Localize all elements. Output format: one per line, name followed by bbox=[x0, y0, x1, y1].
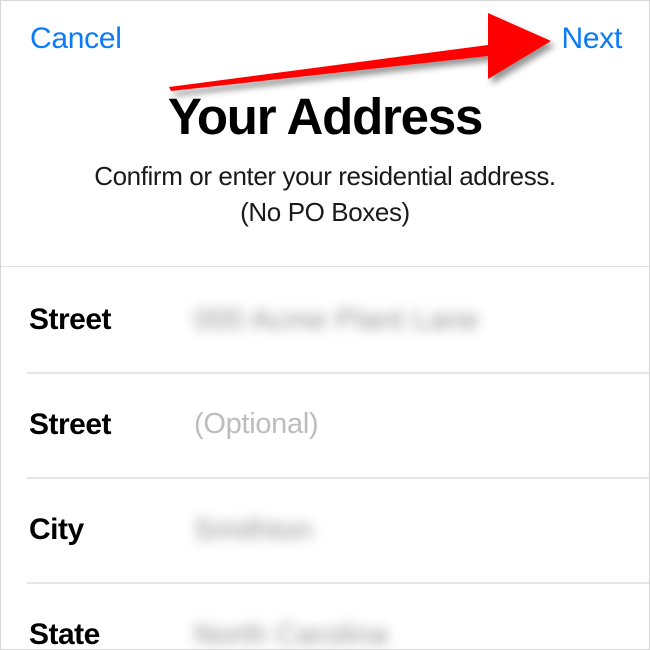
header-section: Your Address Confirm or enter your resid… bbox=[1, 87, 649, 230]
field-label-state: State bbox=[29, 617, 100, 650]
next-button[interactable]: Next bbox=[562, 22, 623, 56]
page-subtitle-line-2: (No PO Boxes) bbox=[240, 197, 410, 227]
page-title: Your Address bbox=[167, 88, 484, 145]
address-form: Street 000 Acme Plant Lane Street (Optio… bbox=[1, 266, 649, 650]
field-label-street-2: Street bbox=[29, 407, 112, 441]
form-row-street-1[interactable]: Street 000 Acme Plant Lane bbox=[1, 267, 649, 372]
redacted-street-1-value: 000 Acme Plant Lane bbox=[194, 303, 480, 336]
navigation-bar: Cancel Next bbox=[1, 1, 649, 83]
form-row-street-2[interactable]: Street (Optional) bbox=[1, 372, 649, 477]
state-input[interactable]: North Carolina bbox=[194, 615, 388, 650]
form-row-state[interactable]: State North Carolina bbox=[1, 582, 649, 650]
street-2-input[interactable]: (Optional) bbox=[194, 408, 319, 441]
cancel-button[interactable]: Cancel bbox=[30, 22, 122, 56]
form-row-city[interactable]: City Smithton bbox=[1, 477, 649, 582]
city-input[interactable]: Smithton bbox=[194, 510, 312, 550]
page-subtitle: Confirm or enter your residential addres… bbox=[1, 158, 649, 230]
page-subtitle-line-1: Confirm or enter your residential addres… bbox=[94, 161, 556, 191]
redacted-city-value: Smithton bbox=[194, 513, 313, 546]
redacted-state-value: North Carolina bbox=[194, 618, 388, 650]
street-1-input[interactable]: 000 Acme Plant Lane bbox=[194, 300, 479, 340]
phone-screen: Cancel Next Your Address Confirm or ente… bbox=[0, 0, 650, 650]
field-label-city: City bbox=[29, 512, 84, 546]
field-label-street-1: Street bbox=[29, 302, 112, 336]
